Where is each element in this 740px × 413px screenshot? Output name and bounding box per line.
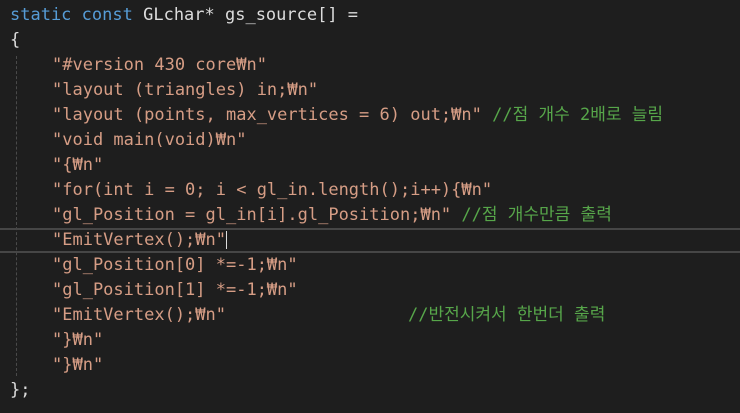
string-literal: "EmitVertex();₩n" <box>52 230 226 250</box>
string-literal: "}₩n" <box>52 330 104 350</box>
code-line-8[interactable]: "for(int i = 0; i < gl_in.length();i++){… <box>0 178 740 203</box>
comment: //반전시켜서 한번더 출력 <box>408 305 606 325</box>
code-line-15[interactable]: "}₩n" <box>0 353 740 378</box>
text-cursor <box>226 231 227 249</box>
code-line-16[interactable]: }; <box>0 378 740 403</box>
code-line-2[interactable]: { <box>0 28 740 53</box>
string-literal: "void main(void)₩n" <box>52 130 247 150</box>
string-literal: "}₩n" <box>52 355 104 375</box>
code-line-10-current[interactable]: "EmitVertex();₩n" <box>0 228 740 253</box>
string-literal: "{₩n" <box>52 155 104 175</box>
comment: //점 개수 2배로 늘림 <box>492 105 664 125</box>
string-literal: "EmitVertex();₩n" <box>52 305 226 325</box>
code-line-4[interactable]: "layout (triangles) in;₩n" <box>0 78 740 103</box>
string-literal: "gl_Position[0] *=-1;₩n" <box>52 255 298 275</box>
declaration-text: GLchar* gs_source[] = <box>143 5 359 25</box>
string-literal: "#version 430 core₩n" <box>52 55 267 75</box>
code-line-13[interactable]: "EmitVertex();₩n" //반전시켜서 한번더 출력 <box>0 303 740 328</box>
string-literal: "gl_Position[1] *=-1;₩n" <box>52 280 298 300</box>
string-literal: "layout (triangles) in;₩n" <box>52 80 319 100</box>
string-literal: "layout (points, max_vertices = 6) out;₩… <box>52 105 482 125</box>
close-brace: }; <box>10 380 31 400</box>
code-line-1[interactable]: static const GLchar* gs_source[] = <box>0 3 740 28</box>
code-line-9[interactable]: "gl_Position = gl_in[i].gl_Position;₩n" … <box>0 203 740 228</box>
open-brace: { <box>10 30 21 50</box>
code-line-6[interactable]: "void main(void)₩n" <box>0 128 740 153</box>
code-line-14[interactable]: "}₩n" <box>0 328 740 353</box>
keyword-static: static <box>10 5 72 25</box>
code-line-12[interactable]: "gl_Position[1] *=-1;₩n" <box>0 278 740 303</box>
code-line-3[interactable]: "#version 430 core₩n" <box>0 53 740 78</box>
code-line-5[interactable]: "layout (points, max_vertices = 6) out;₩… <box>0 103 740 128</box>
string-literal: "gl_Position = gl_in[i].gl_Position;₩n" <box>52 205 452 225</box>
string-literal: "for(int i = 0; i < gl_in.length();i++){… <box>52 180 493 200</box>
code-line-7[interactable]: "{₩n" <box>0 153 740 178</box>
code-line-11[interactable]: "gl_Position[0] *=-1;₩n" <box>0 253 740 278</box>
code-editor[interactable]: static const GLchar* gs_source[] = { "#v… <box>0 0 740 413</box>
comment: //점 개수만큼 출력 <box>461 205 612 225</box>
keyword-const: const <box>81 5 133 25</box>
